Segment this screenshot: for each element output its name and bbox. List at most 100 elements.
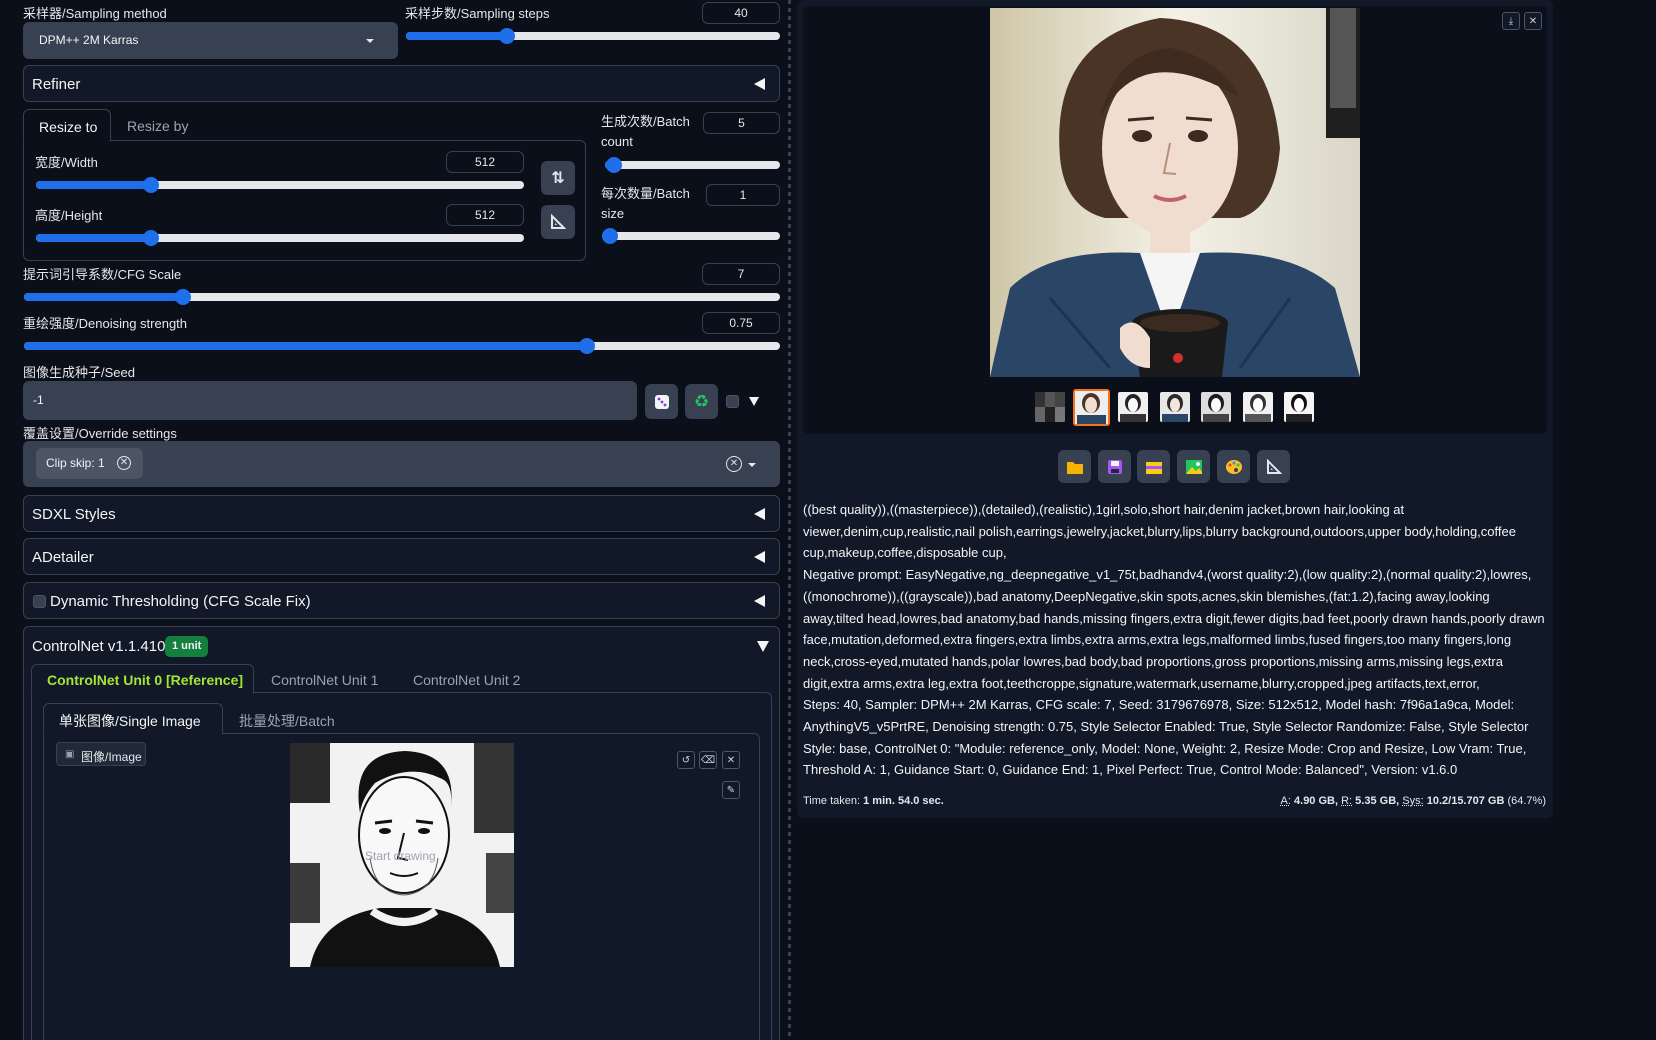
eraser-icon: ⌫ (700, 754, 716, 766)
close-button[interactable]: ✕ (722, 751, 740, 769)
height-label: 高度/Height (35, 208, 103, 223)
dynamic-thresholding-accordion[interactable]: Dynamic Thresholding (CFG Scale Fix) (23, 582, 780, 619)
tab-controlnet-unit-0[interactable]: ControlNet Unit 0 [Reference] (31, 664, 254, 694)
tab-batch[interactable]: 批量处理/Batch (239, 711, 335, 731)
width-label: 宽度/Width (35, 155, 98, 170)
gallery-thumbnail[interactable] (1160, 392, 1190, 422)
denoising-input[interactable]: 0.75 (702, 312, 780, 334)
height-slider[interactable] (36, 230, 524, 246)
image-label-text: 图像/Image (81, 750, 142, 764)
collapse-arrow-icon (754, 508, 765, 520)
gallery-thumbnail[interactable] (1201, 392, 1231, 422)
extra-seed-checkbox[interactable] (726, 395, 739, 408)
close-icon: ✕ (726, 754, 736, 766)
palette-icon (1225, 459, 1242, 474)
eraser-button[interactable]: ⌫ (699, 751, 717, 769)
gallery-thumbnail-selected[interactable] (1073, 389, 1110, 426)
send-to-extras-button[interactable] (1257, 450, 1290, 483)
tab-resize-to[interactable]: Resize to (23, 109, 111, 142)
seed-label: 图像生成种子/Seed (23, 365, 135, 380)
gallery-thumbnail[interactable] (1035, 392, 1065, 422)
undo-button[interactable]: ↺ (677, 751, 695, 769)
close-gallery-button[interactable]: ✕ (1524, 12, 1542, 30)
dynamic-thresholding-checkbox[interactable] (33, 595, 46, 608)
time-taken-label: Time taken: (803, 795, 861, 807)
cfg-scale-label: 提示词引导系数/CFG Scale (23, 267, 182, 282)
chevron-down-icon[interactable] (748, 463, 756, 467)
sampling-method-label: 采样器/Sampling method (23, 6, 167, 21)
mem-sys-value: 10.2/15.707 GB (1426, 795, 1505, 807)
override-settings-field[interactable]: Clip skip: 1 ✕ ✕ (23, 441, 780, 487)
reuse-seed-button[interactable]: ♻ (685, 384, 718, 419)
batch-size-slider[interactable] (602, 228, 780, 244)
aspect-ratio-button[interactable] (541, 205, 575, 239)
extra-seed-toggle-icon[interactable] (749, 397, 759, 406)
floppy-disk-icon (1107, 459, 1122, 474)
tab-resize-by[interactable]: Resize by (127, 118, 188, 134)
collapse-arrow-icon (754, 78, 765, 90)
send-to-img2img-button[interactable] (1177, 450, 1210, 483)
image-upload-label: ▣ 图像/Image (56, 742, 146, 766)
expand-arrow-icon[interactable] (757, 641, 769, 652)
adetailer-accordion[interactable]: ADetailer (23, 538, 780, 575)
positive-prompt-text: ((best quality)),((masterpiece)),(detail… (803, 502, 1516, 561)
reference-image-canvas[interactable]: Start drawing (290, 743, 514, 967)
denoising-slider[interactable] (24, 338, 780, 354)
tab-resize-to-label: Resize to (39, 119, 98, 135)
remove-chip-icon[interactable]: ✕ (117, 456, 131, 470)
sampling-method-select[interactable]: DPM++ 2M Karras (23, 22, 398, 59)
gallery-thumbnail[interactable] (1284, 392, 1314, 422)
width-slider[interactable] (36, 177, 524, 193)
refiner-title: Refiner (32, 76, 81, 93)
download-button[interactable]: ⤓ (1502, 12, 1520, 30)
batch-count-slider[interactable] (605, 157, 780, 173)
generation-info: ((best quality)),((masterpiece)),(detail… (803, 499, 1551, 781)
open-folder-button[interactable] (1058, 450, 1091, 483)
denoising-label: 重绘强度/Denoising strength (23, 316, 188, 331)
column-divider (788, 0, 791, 1040)
chevron-down-icon (366, 39, 374, 43)
controlnet-title[interactable]: ControlNet v1.1.410 (32, 638, 165, 655)
unit-count-badge: 1 unit (165, 636, 209, 657)
cfg-scale-slider[interactable] (24, 289, 780, 305)
brush-button[interactable]: ✎ (722, 781, 740, 799)
picture-icon (1185, 459, 1202, 474)
swap-arrows-icon: ⇅ (551, 170, 565, 187)
save-button[interactable] (1098, 450, 1131, 483)
sampling-steps-slider[interactable] (406, 28, 780, 44)
seed-input[interactable]: -1 (23, 381, 637, 420)
batch-count-label-line2: count (601, 134, 633, 149)
width-input[interactable]: 512 (446, 151, 524, 173)
sdxl-styles-accordion[interactable]: SDXL Styles (23, 495, 780, 532)
woman-thumbnail-image (1075, 391, 1108, 424)
woman-thumbnail-image (1160, 392, 1190, 422)
clear-all-icon[interactable]: ✕ (726, 456, 742, 472)
cfg-scale-input[interactable]: 7 (702, 263, 780, 285)
archive-icon (1145, 461, 1162, 474)
height-input[interactable]: 512 (446, 204, 524, 226)
output-main-image[interactable] (990, 8, 1360, 377)
tab-controlnet-unit-2[interactable]: ControlNet Unit 2 (413, 672, 520, 688)
tab-controlnet-unit-1[interactable]: ControlNet Unit 1 (271, 672, 378, 688)
random-seed-button[interactable] (645, 384, 678, 419)
sampling-steps-input[interactable]: 40 (702, 2, 780, 24)
zip-button[interactable] (1137, 450, 1170, 483)
negative-prompt-text: Negative prompt: EasyNegative,ng_deepneg… (803, 567, 1545, 691)
triangle-ruler-icon (1266, 458, 1282, 474)
swap-dimensions-button[interactable]: ⇅ (541, 161, 575, 195)
override-chip-label: Clip skip: 1 (46, 456, 105, 470)
override-chip[interactable]: Clip skip: 1 ✕ (36, 448, 143, 479)
send-to-inpaint-button[interactable] (1217, 450, 1250, 483)
refiner-accordion[interactable]: Refiner (23, 65, 780, 102)
gallery-thumbnail[interactable] (1118, 392, 1148, 422)
tab-single-image-label: 单张图像/Single Image (59, 713, 201, 729)
mem-r-value: 5.35 GB, (1355, 795, 1400, 807)
batch-count-label: 生成次数/Batch count (601, 112, 690, 152)
batch-size-label-line2: size (601, 206, 625, 221)
batch-count-input[interactable]: 5 (703, 112, 780, 134)
image-icon: ▣ (65, 749, 75, 760)
batch-size-input[interactable]: 1 (706, 184, 780, 206)
batch-size-label: 每次数量/Batch size (601, 184, 690, 224)
gallery-thumbnail[interactable] (1243, 392, 1273, 422)
tab-single-image[interactable]: 单张图像/Single Image (43, 703, 223, 735)
